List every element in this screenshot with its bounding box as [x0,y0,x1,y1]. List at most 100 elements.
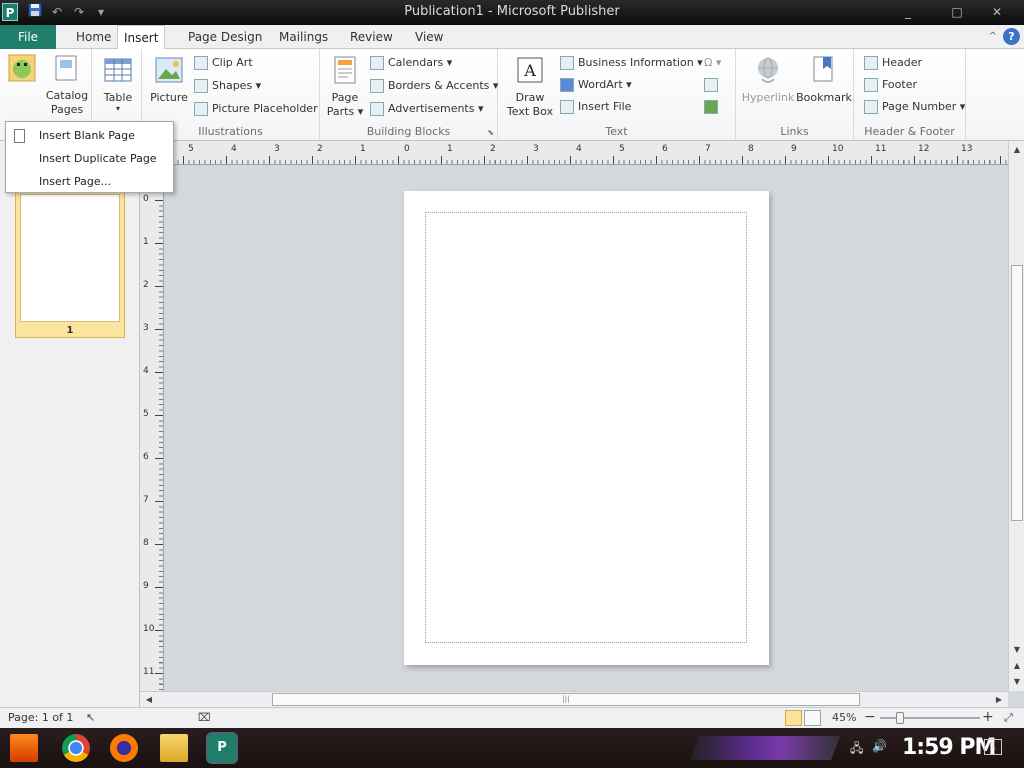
picture-placeholder-label: Picture Placeholder [212,102,318,115]
insert-file-button[interactable]: Insert File [560,97,631,117]
zoom-slider-knob[interactable] [896,712,904,724]
advertisements-button[interactable]: Advertisements ▾ [370,99,484,119]
header-button[interactable]: Header [864,53,922,73]
notification-icon[interactable]: 1 [984,739,1002,755]
close-button[interactable]: ✕ [978,2,1016,22]
building-blocks-group: Page Parts ▾ Calendars ▾ Borders & Accen… [320,49,498,141]
title-bar: P ↶ ↷ ▾ Publication1 - Microsoft Publish… [0,0,1024,25]
ruler-label: 1 [447,144,453,154]
clip-art-button[interactable]: Clip Art [194,53,253,73]
taskbar: P 🖧 🔊 1:59 PM 1 [0,728,1024,768]
ruler-label: 2 [317,144,323,154]
taskbar-decoration [690,736,840,760]
tab-review[interactable]: Review [344,25,399,49]
page-button[interactable] [2,53,42,89]
building-blocks-group-label: Building Blocks [366,125,451,138]
advertisements-label: Advertisements ▾ [388,102,484,115]
shapes-button[interactable]: Shapes ▾ [194,76,261,96]
next-page-icon[interactable]: ▼ [1009,675,1024,689]
zoom-slider[interactable] [880,717,980,719]
network-icon[interactable]: 🖧 [850,739,863,760]
single-page-view-icon[interactable] [785,710,802,726]
borders-accents-label: Borders & Accents ▾ [388,79,499,92]
bookmark-icon [813,56,833,82]
minimize-button[interactable]: _ [889,2,927,22]
scroll-right-icon[interactable]: ▶ [992,692,1006,708]
hyperlink-button[interactable]: Hyperlink [740,55,796,104]
object-button[interactable] [704,97,722,117]
borders-accents-button[interactable]: Borders & Accents ▾ [370,76,498,96]
scroll-left-icon[interactable]: ◀ [142,692,156,708]
symbol-button[interactable]: Ω ▾ [704,53,721,73]
page-parts-button[interactable]: Page Parts ▾ [324,55,366,119]
menu-insert-blank-page[interactable]: Insert Blank Page [6,124,173,147]
ruler-label: 0 [143,194,149,204]
ruler-label: 12 [918,144,930,154]
object-icon [704,100,718,114]
ruler-label: 10 [143,624,155,634]
publisher-taskbar-icon[interactable]: P [206,732,238,764]
shapes-label: Shapes ▾ [212,79,262,92]
page-navigation-panel: 1 [0,141,140,707]
horizontal-ruler[interactable]: 5 4 3 2 1 0 1 2 3 4 5 6 7 8 9 10 11 12 1… [140,141,1008,165]
minimize-ribbon-icon[interactable]: ^ [989,31,997,42]
tab-insert[interactable]: Insert [117,25,166,50]
firefox-icon[interactable] [110,734,138,762]
previous-page-icon[interactable]: ▲ [1009,659,1024,673]
ribbon-tabs: File Home Insert Page Design Mailings Re… [0,25,1024,50]
fit-page-icon[interactable]: ⤢ [1004,711,1013,725]
catalog-pages-label: Catalog Pages [45,89,89,116]
menu-insert-duplicate-page[interactable]: Insert Duplicate Page [6,147,173,170]
picture-button[interactable]: Picture [148,55,190,104]
business-information-button[interactable]: Business Information ▾ [560,53,703,73]
vertical-ruler[interactable]: 0 1 2 3 4 5 6 7 8 9 10 11 [140,165,164,691]
page-thumbnail-number: 1 [66,325,74,336]
maximize-button[interactable]: □ [938,2,976,22]
picture-label: Picture [150,91,188,104]
page-status[interactable]: Page: 1 of 1 [8,711,73,724]
wordart-button[interactable]: WordArt ▾ [560,75,632,95]
tab-page-design[interactable]: Page Design [182,25,268,49]
horizontal-scroll-thumb[interactable]: ||| [272,693,860,706]
table-dropdown-icon[interactable]: ▾ [98,104,138,113]
object-size-icon: ⌧ [198,711,211,724]
picture-placeholder-button[interactable]: Picture Placeholder [194,99,318,119]
vertical-scrollbar[interactable]: ▲ ▼ ▲ ▼ [1008,141,1024,691]
tab-file[interactable]: File [0,25,56,49]
header-label: Header [882,56,923,69]
draw-text-box-button[interactable]: A Draw Text Box [504,55,556,119]
calendars-button[interactable]: Calendars ▾ [370,53,452,73]
date-time-button[interactable] [704,75,722,95]
footer-button[interactable]: Footer [864,75,917,95]
insert-file-label: Insert File [578,100,632,113]
page-thumbnail[interactable]: 1 [15,191,125,338]
table-button[interactable]: Table ▾ [98,55,138,113]
menu-insert-page[interactable]: Insert Page... [6,170,173,193]
building-blocks-launcher-icon[interactable]: ⬊ [487,128,494,137]
zoom-out-icon[interactable]: − [864,709,876,725]
scroll-up-icon[interactable]: ▲ [1009,143,1024,157]
tab-view[interactable]: View [409,25,449,49]
tab-home[interactable]: Home [70,25,117,49]
zoom-level[interactable]: 45% [832,711,856,724]
vertical-scroll-thumb[interactable] [1011,265,1023,521]
horizontal-scrollbar[interactable]: ◀ ||| ▶ [140,691,1008,707]
catalog-pages-button[interactable]: Catalog Pages [44,53,90,117]
ruler-label: 9 [143,581,149,591]
file-explorer-icon[interactable] [160,734,188,762]
clock[interactable]: 1:59 PM [902,735,996,760]
ruler-label: 8 [143,538,149,548]
tab-mailings[interactable]: Mailings [273,25,334,49]
bookmark-button[interactable]: Bookmark [796,55,852,104]
chrome-icon[interactable] [62,734,90,762]
publication-page[interactable] [404,191,769,665]
two-page-view-icon[interactable] [804,710,821,726]
ruler-label: 10 [832,144,844,154]
start-button-icon[interactable] [10,734,38,762]
text-group: A Draw Text Box Business Information ▾ W… [498,49,736,141]
help-icon[interactable]: ? [1003,28,1020,45]
volume-icon[interactable]: 🔊 [872,739,887,753]
scroll-down-icon[interactable]: ▼ [1009,643,1024,657]
zoom-in-icon[interactable]: + [982,709,994,725]
page-number-button[interactable]: Page Number ▾ [864,97,965,117]
